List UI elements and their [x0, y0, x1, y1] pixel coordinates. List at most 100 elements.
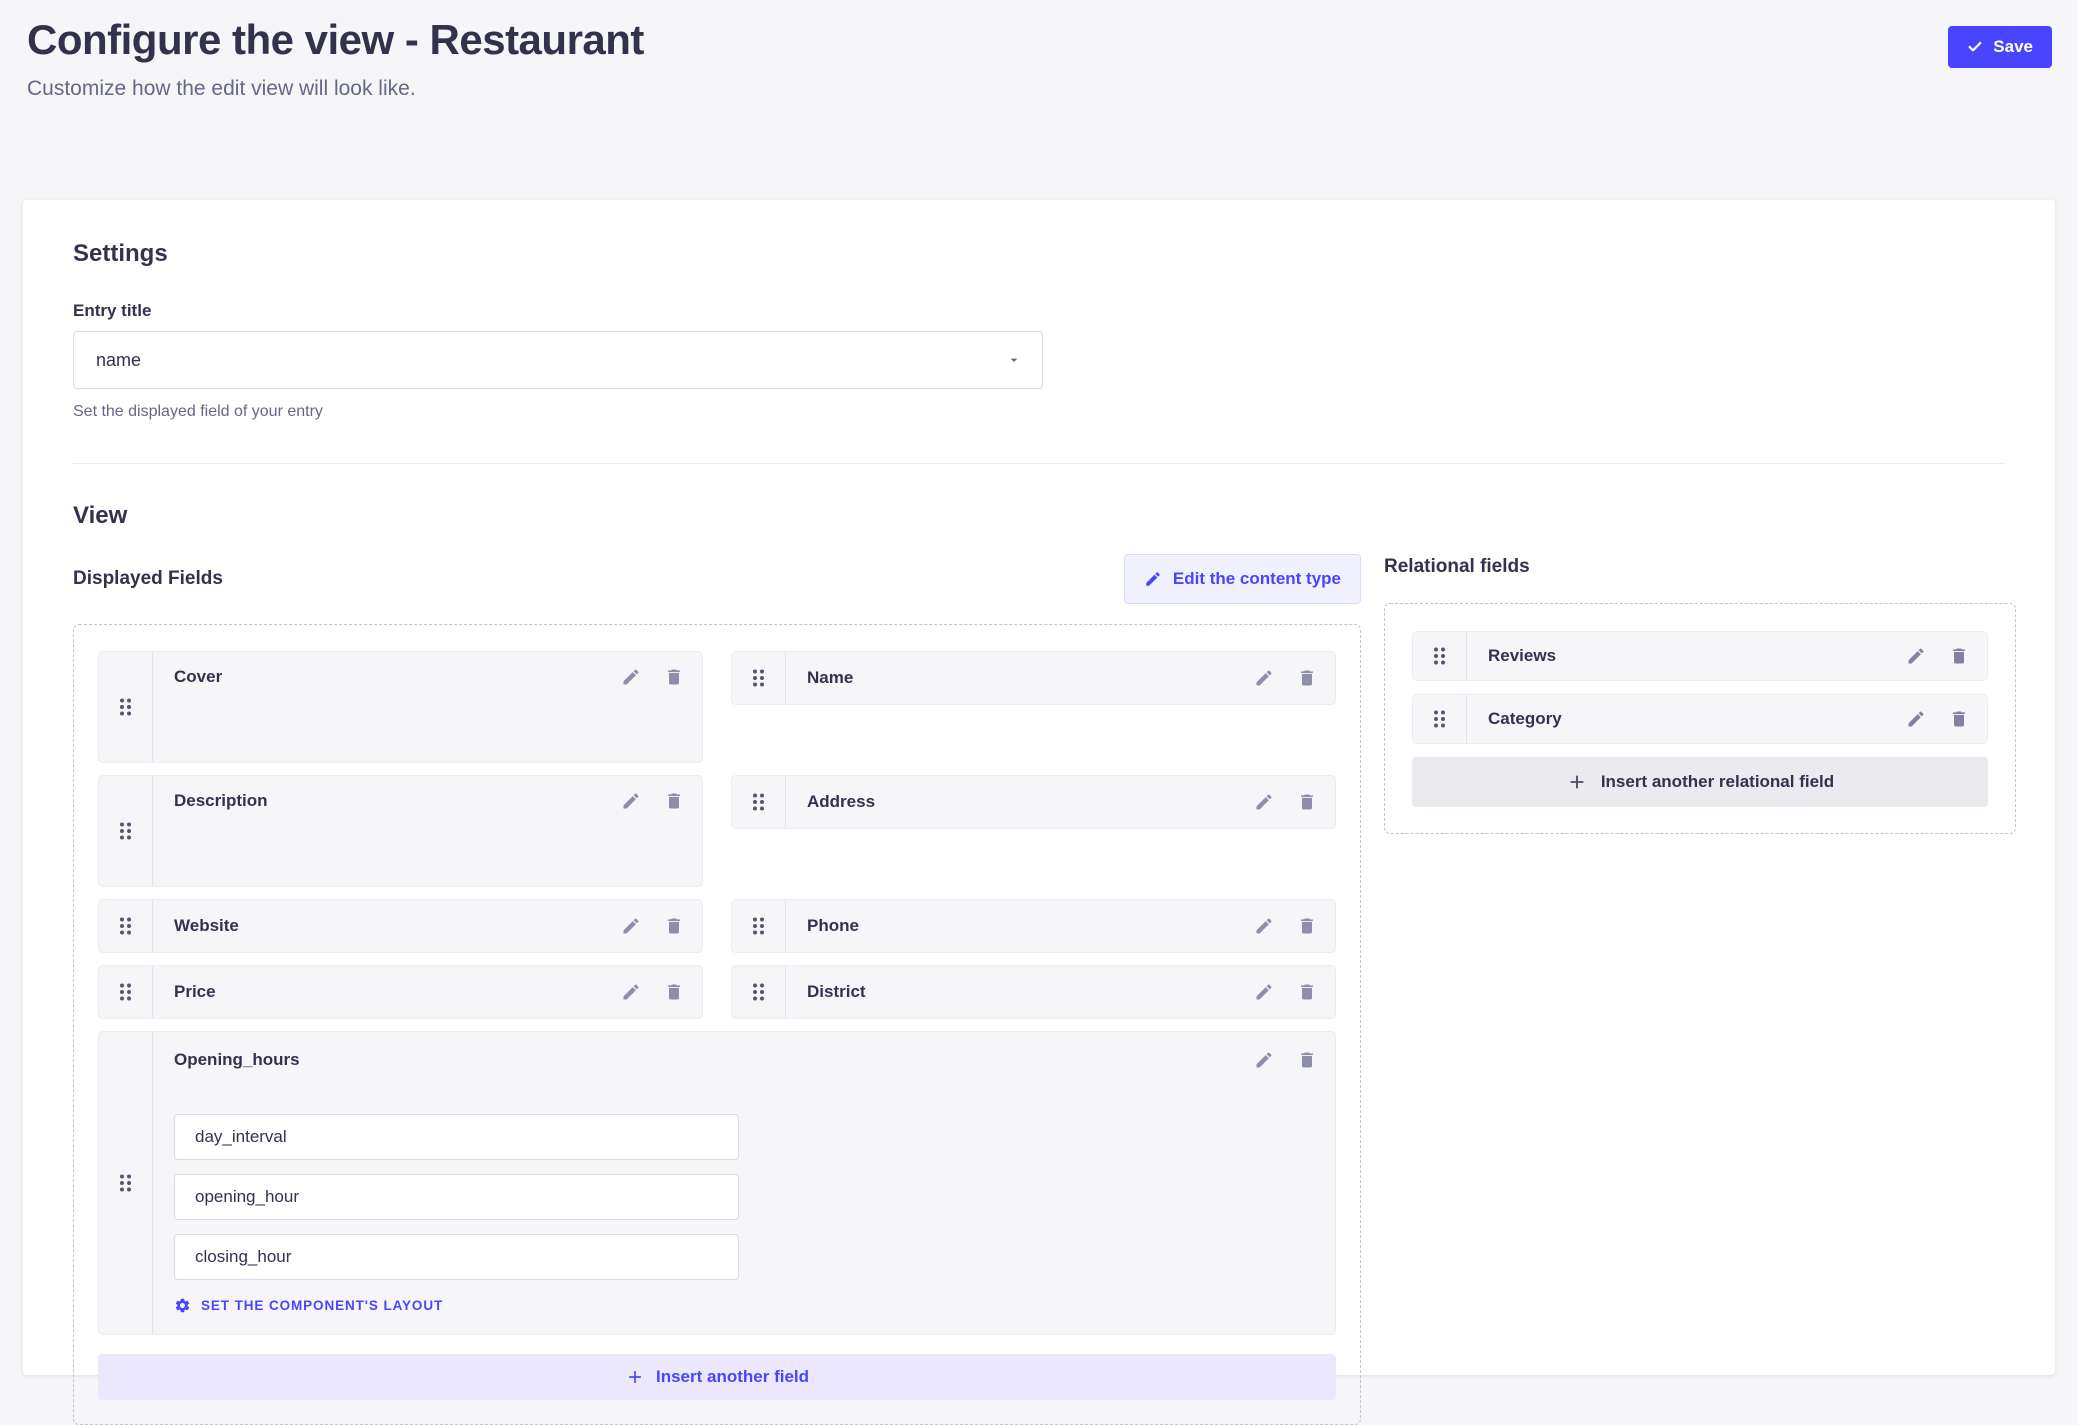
set-component-layout-button[interactable]: SET THE COMPONENT'S LAYOUT	[174, 1297, 443, 1314]
field-card-website[interactable]: Website	[98, 899, 703, 953]
relational-field-body: Category	[1467, 695, 1987, 743]
subfield-label: closing_hour	[195, 1247, 291, 1267]
drag-handle-icon[interactable]	[1413, 695, 1467, 743]
field-card-body: Address	[786, 776, 1335, 828]
pencil-icon	[1144, 570, 1162, 588]
edit-field-icon[interactable]	[1906, 646, 1926, 666]
displayed-fields-dropzone: Cover Name	[73, 624, 1361, 1425]
field-card-phone[interactable]: Phone	[731, 899, 1336, 953]
page-title: Configure the view - Restaurant	[27, 16, 644, 64]
delete-field-icon[interactable]	[664, 916, 684, 936]
entry-title-select-value: name	[96, 350, 141, 371]
edit-field-icon[interactable]	[1254, 982, 1274, 1002]
relational-field-label: Category	[1488, 709, 1906, 729]
insert-another-field-label: Insert another field	[656, 1367, 809, 1387]
delete-field-icon[interactable]	[664, 667, 684, 687]
displayed-fields-header: Displayed Fields Edit the content type	[73, 554, 1361, 604]
relational-fields-dropzone: Reviews Category	[1384, 603, 2016, 834]
edit-content-type-label: Edit the content type	[1173, 569, 1341, 589]
drag-handle-icon[interactable]	[1413, 632, 1467, 680]
relational-field-label: Reviews	[1488, 646, 1906, 666]
edit-field-icon[interactable]	[621, 791, 641, 811]
insert-another-field-button[interactable]: Insert another field	[98, 1354, 1336, 1400]
field-row: Website Phone	[98, 899, 1336, 953]
gear-icon	[174, 1297, 191, 1314]
delete-field-icon[interactable]	[1297, 792, 1317, 812]
field-card-body: Cover	[153, 652, 702, 762]
field-label: Description	[174, 791, 621, 811]
field-label: Phone	[807, 916, 1254, 936]
subfield-label: day_interval	[195, 1127, 287, 1147]
field-row: Description Address	[98, 775, 1336, 887]
delete-field-icon[interactable]	[1297, 916, 1317, 936]
component-card-opening-hours[interactable]: Opening_hours day_interval opening_hour …	[98, 1031, 1336, 1335]
field-card-body: Description	[153, 776, 702, 886]
page-subtitle: Customize how the edit view will look li…	[27, 77, 644, 101]
delete-field-icon[interactable]	[1949, 709, 1969, 729]
component-body: Opening_hours day_interval opening_hour …	[153, 1032, 1335, 1334]
subfield-closing-hour[interactable]: closing_hour	[174, 1234, 739, 1280]
delete-field-icon[interactable]	[1297, 668, 1317, 688]
drag-handle-icon[interactable]	[732, 652, 786, 704]
edit-field-icon[interactable]	[1906, 709, 1926, 729]
plus-icon	[625, 1367, 645, 1387]
drag-handle-icon[interactable]	[99, 1032, 153, 1334]
relational-fields-title: Relational fields	[1384, 556, 2016, 578]
field-row: Price District	[98, 965, 1336, 1019]
field-label: District	[807, 982, 1254, 1002]
field-card-district[interactable]: District	[731, 965, 1336, 1019]
configure-view-card: Settings Entry title name Set the displa…	[23, 200, 2055, 1375]
field-card-body: Website	[153, 900, 702, 952]
edit-field-icon[interactable]	[621, 667, 641, 687]
field-card-name[interactable]: Name	[731, 651, 1336, 705]
field-card-cover[interactable]: Cover	[98, 651, 703, 763]
drag-handle-icon[interactable]	[99, 652, 153, 762]
relational-field-body: Reviews	[1467, 632, 1987, 680]
relational-field-category[interactable]: Category	[1412, 694, 1988, 744]
field-card-address[interactable]: Address	[731, 775, 1336, 829]
edit-field-icon[interactable]	[621, 982, 641, 1002]
relational-field-reviews[interactable]: Reviews	[1412, 631, 1988, 681]
save-button[interactable]: Save	[1948, 26, 2052, 68]
drag-handle-icon[interactable]	[732, 776, 786, 828]
subfield-opening-hour[interactable]: opening_hour	[174, 1174, 739, 1220]
delete-field-icon[interactable]	[1297, 982, 1317, 1002]
drag-handle-icon[interactable]	[99, 776, 153, 886]
delete-field-icon[interactable]	[664, 791, 684, 811]
view-body: Displayed Fields Edit the content type	[73, 554, 2005, 1425]
drag-handle-icon[interactable]	[732, 966, 786, 1018]
relational-fields-column: Relational fields Reviews	[1384, 554, 2016, 834]
settings-section-title: Settings	[73, 240, 2005, 268]
edit-field-icon[interactable]	[1254, 916, 1274, 936]
delete-field-icon[interactable]	[1949, 646, 1969, 666]
page-header: Configure the view - Restaurant Customiz…	[0, 0, 2078, 200]
displayed-fields-title: Displayed Fields	[73, 568, 223, 590]
save-button-label: Save	[1993, 37, 2033, 57]
field-label: Cover	[174, 667, 621, 687]
drag-handle-icon[interactable]	[99, 966, 153, 1018]
entry-title-label: Entry title	[73, 301, 2005, 321]
field-card-description[interactable]: Description	[98, 775, 703, 887]
field-label: Name	[807, 668, 1254, 688]
field-label: Address	[807, 792, 1254, 812]
drag-handle-icon[interactable]	[732, 900, 786, 952]
field-card-body: District	[786, 966, 1335, 1018]
entry-title-hint: Set the displayed field of your entry	[73, 403, 2005, 421]
section-divider	[73, 463, 2005, 464]
field-label: Website	[174, 916, 621, 936]
component-header: Opening_hours	[174, 1050, 1317, 1070]
delete-field-icon[interactable]	[1297, 1050, 1317, 1070]
edit-field-icon[interactable]	[1254, 668, 1274, 688]
edit-field-icon[interactable]	[1254, 1050, 1274, 1070]
field-card-price[interactable]: Price	[98, 965, 703, 1019]
edit-content-type-button[interactable]: Edit the content type	[1124, 554, 1361, 604]
edit-field-icon[interactable]	[1254, 792, 1274, 812]
delete-field-icon[interactable]	[664, 982, 684, 1002]
drag-handle-icon[interactable]	[99, 900, 153, 952]
edit-field-icon[interactable]	[621, 916, 641, 936]
entry-title-select[interactable]: name	[73, 331, 1043, 389]
component-label: Opening_hours	[174, 1050, 1254, 1070]
chevron-down-icon	[1006, 352, 1022, 368]
subfield-day-interval[interactable]: day_interval	[174, 1114, 739, 1160]
insert-another-relational-field-button[interactable]: Insert another relational field	[1412, 757, 1988, 807]
